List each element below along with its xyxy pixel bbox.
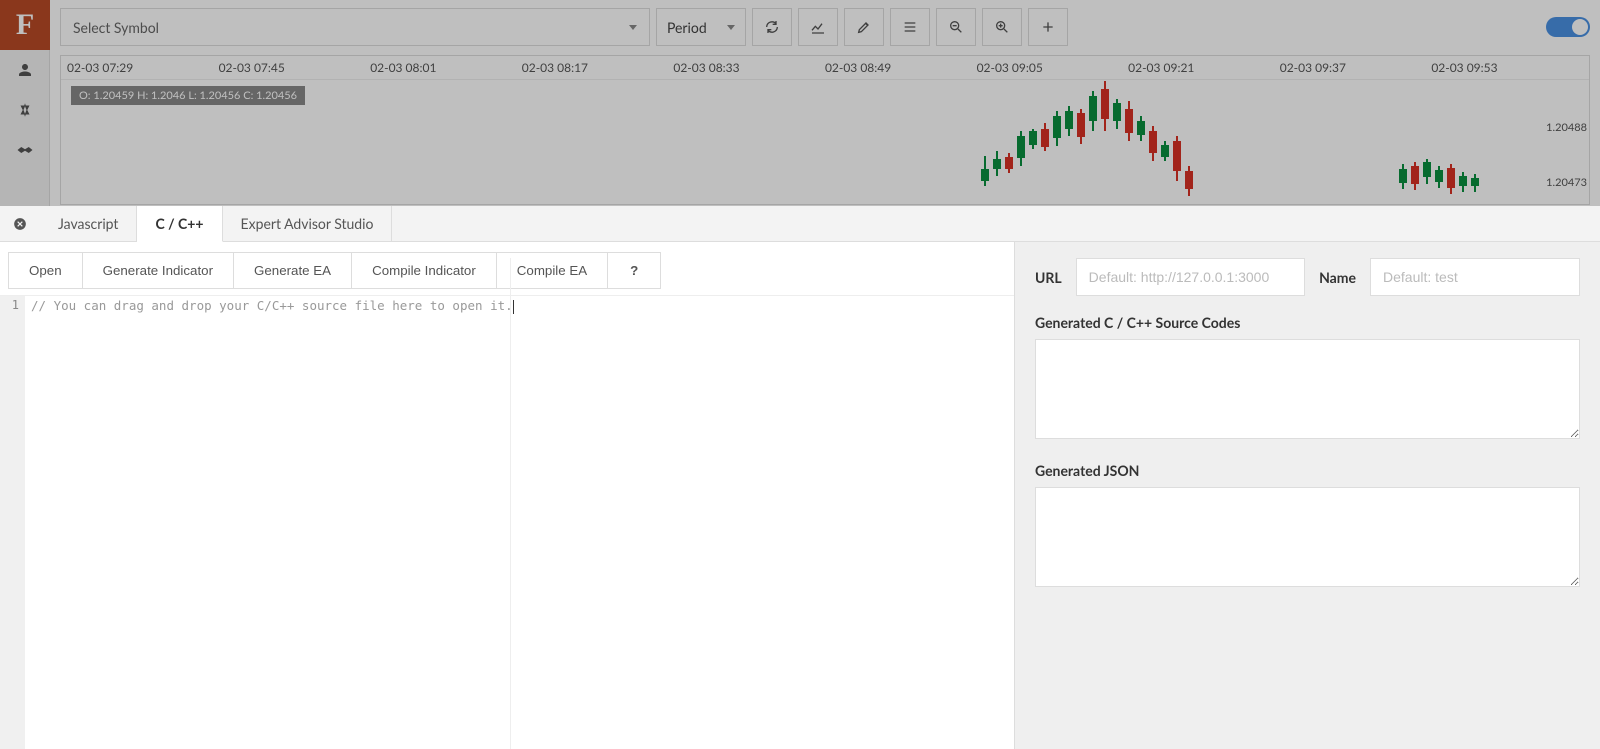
symbol-placeholder: Select Symbol: [73, 19, 159, 36]
editor-side: Open Generate Indicator Generate EA Comp…: [0, 242, 1015, 749]
candlesticks-2: [1399, 154, 1519, 204]
source-codes-label: Generated C / C++ Source Codes: [1035, 314, 1580, 331]
price-label: 1.20488: [1546, 121, 1587, 134]
json-label: Generated JSON: [1035, 462, 1580, 479]
time-tick: 02-03 09:53: [1431, 60, 1583, 75]
sidebar-balance[interactable]: [0, 90, 50, 130]
action-bar: Open Generate Indicator Generate EA Comp…: [0, 242, 1014, 295]
app-logo: F: [0, 0, 50, 50]
ohlc-badge: O: 1.20459 H: 1.2046 L: 1.20456 C: 1.204…: [71, 86, 305, 105]
url-input[interactable]: [1076, 258, 1305, 296]
editor-split: [510, 258, 511, 749]
period-label: Period: [667, 19, 707, 36]
zoom-out-button[interactable]: [936, 8, 976, 46]
tab-javascript[interactable]: Javascript: [40, 206, 137, 242]
source-codes-textarea[interactable]: [1035, 339, 1580, 439]
chart-region: F Select Symbol Period 02-03 07:29: [0, 0, 1600, 206]
top-toolbar: Select Symbol Period: [60, 8, 1590, 46]
url-row: URL Name: [1035, 258, 1580, 296]
output-side: URL Name Generated C / C++ Source Codes …: [1015, 242, 1600, 749]
time-axis: 02-03 07:29 02-03 07:45 02-03 08:01 02-0…: [61, 56, 1589, 80]
code-content[interactable]: // You can drag and drop your C/C++ sour…: [25, 296, 1014, 749]
compile-ea-button[interactable]: Compile EA: [496, 252, 608, 289]
close-panel-button[interactable]: [0, 217, 40, 231]
time-tick: 02-03 09:21: [1128, 60, 1280, 75]
time-tick: 02-03 08:33: [673, 60, 825, 75]
time-tick: 02-03 07:45: [219, 60, 371, 75]
tab-expert-advisor-studio[interactable]: Expert Advisor Studio: [223, 206, 393, 242]
time-tick: 02-03 09:37: [1280, 60, 1432, 75]
line-number: 1: [0, 298, 19, 312]
time-tick: 02-03 08:01: [370, 60, 522, 75]
name-input[interactable]: [1370, 258, 1580, 296]
chevron-down-icon: [629, 25, 637, 30]
json-textarea[interactable]: [1035, 487, 1580, 587]
sidebar-handshake[interactable]: [0, 130, 50, 170]
toggle-knob: [1572, 19, 1588, 35]
time-tick: 02-03 08:49: [825, 60, 977, 75]
time-tick: 02-03 07:29: [67, 60, 219, 75]
text-cursor: [513, 300, 514, 314]
name-label: Name: [1319, 269, 1356, 286]
chevron-down-icon: [727, 25, 735, 30]
tab-bar: Javascript C / C++ Expert Advisor Studio: [0, 206, 1600, 242]
zoom-in-button[interactable]: [982, 8, 1022, 46]
code-line: // You can drag and drop your C/C++ sour…: [31, 298, 513, 313]
compile-indicator-button[interactable]: Compile Indicator: [351, 252, 497, 289]
refresh-button[interactable]: [752, 8, 792, 46]
period-select[interactable]: Period: [656, 8, 746, 46]
draw-button[interactable]: [844, 8, 884, 46]
price-label: 1.20473: [1546, 176, 1587, 189]
chart-type-button[interactable]: [798, 8, 838, 46]
toggle-switch[interactable]: [1546, 17, 1590, 37]
url-label: URL: [1035, 269, 1062, 286]
time-tick: 02-03 09:05: [977, 60, 1129, 75]
generate-indicator-button[interactable]: Generate Indicator: [82, 252, 234, 289]
left-sidebar: [0, 50, 50, 206]
generate-ea-button[interactable]: Generate EA: [233, 252, 352, 289]
sidebar-user[interactable]: [0, 50, 50, 90]
code-panel: Javascript C / C++ Expert Advisor Studio…: [0, 206, 1600, 749]
line-gutter: 1: [0, 296, 25, 749]
help-button[interactable]: ?: [607, 252, 661, 289]
panel-body: Open Generate Indicator Generate EA Comp…: [0, 242, 1600, 749]
add-button[interactable]: [1028, 8, 1068, 46]
open-button[interactable]: Open: [8, 252, 83, 289]
indicators-button[interactable]: [890, 8, 930, 46]
symbol-select[interactable]: Select Symbol: [60, 8, 650, 46]
code-editor[interactable]: 1 // You can drag and drop your C/C++ so…: [0, 295, 1014, 749]
time-tick: 02-03 08:17: [522, 60, 674, 75]
candlesticks: [981, 81, 1241, 206]
tab-ccpp[interactable]: C / C++: [137, 206, 222, 242]
price-chart[interactable]: 02-03 07:29 02-03 07:45 02-03 08:01 02-0…: [60, 55, 1590, 205]
